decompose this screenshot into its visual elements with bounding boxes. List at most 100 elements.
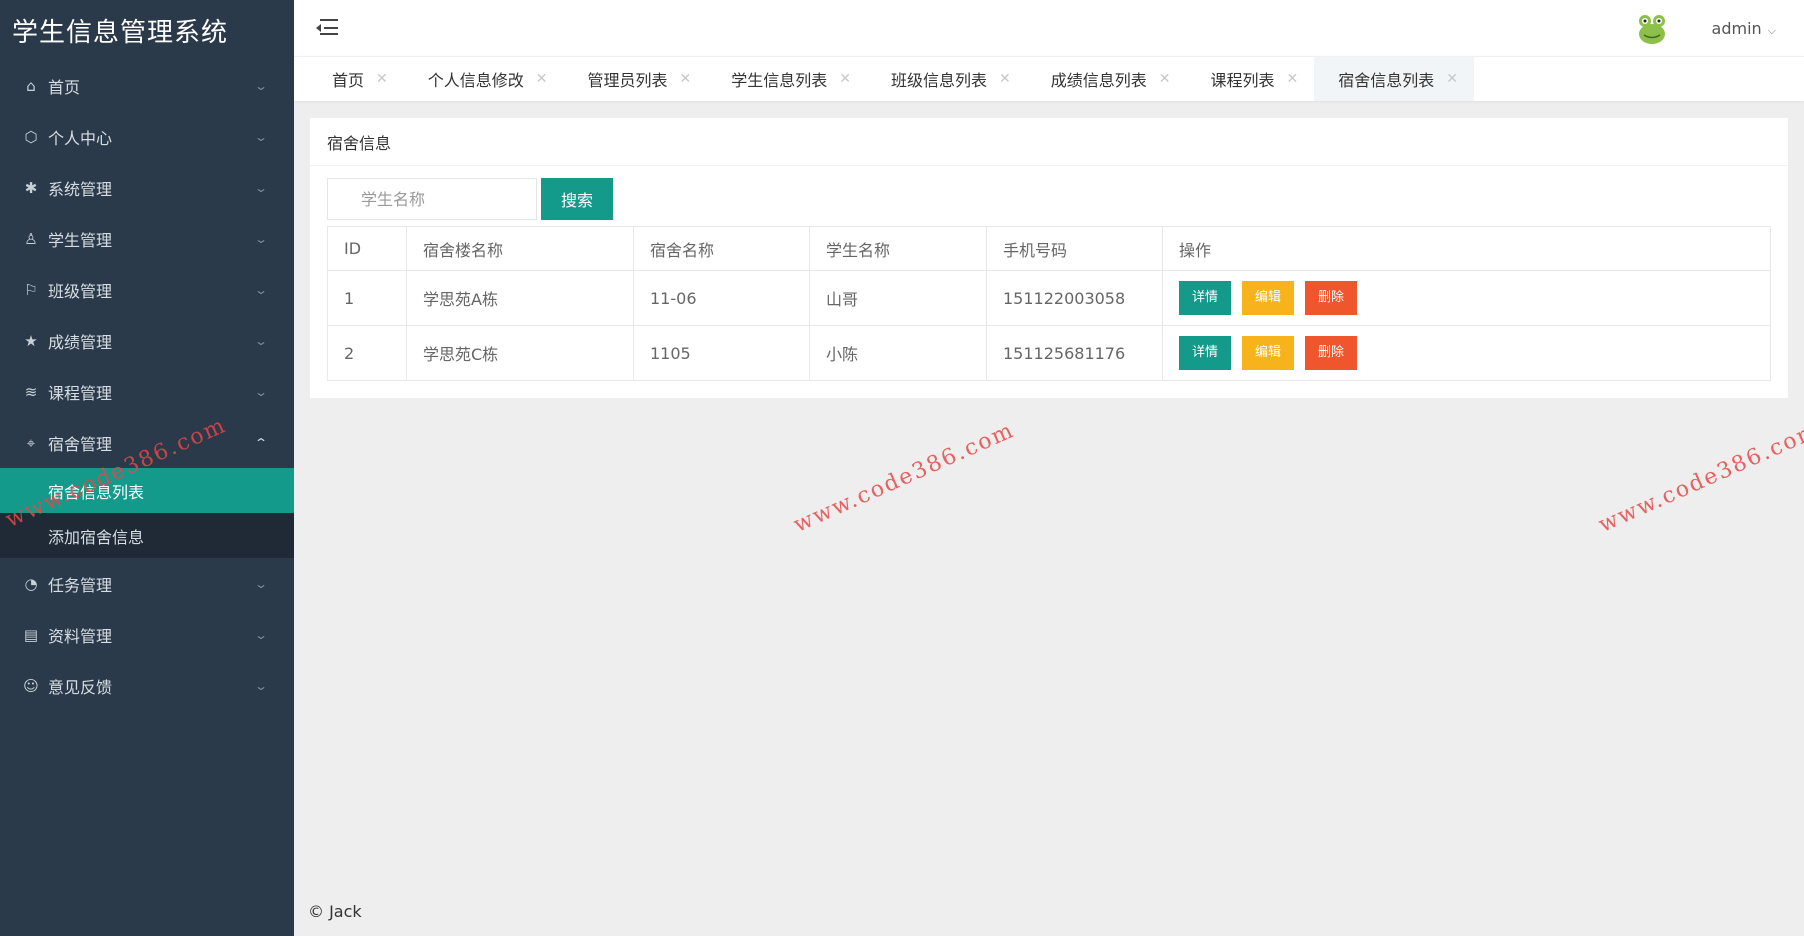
sidebar-item-label: 班级管理 <box>48 281 113 301</box>
flag-icon: ⚐ <box>24 280 38 299</box>
chevron-down-icon: ⌄ <box>253 180 269 195</box>
sidebar-item-profile[interactable]: ⬡ 个人中心 ⌄ <box>0 111 294 162</box>
footer: © Jack <box>294 886 1804 936</box>
chevron-down-icon: ⌄ <box>253 282 269 297</box>
sidebar-item-label: 课程管理 <box>48 383 113 403</box>
tab-home[interactable]: 首页 ✕ <box>308 57 404 101</box>
sidebar-item-label: 个人中心 <box>48 128 113 148</box>
gear-icon: ✱ <box>24 178 38 197</box>
app-root: 学生信息管理系统 ⌂ 首页 ⌄ ⬡ 个人中心 ⌄ ✱ 系统管理 ⌄ ♙ 学生管理… <box>0 0 1804 936</box>
cube-icon: ⬡ <box>24 127 38 146</box>
tab-label: 管理员列表 <box>587 71 668 90</box>
watermark: www.code386.com <box>790 417 1019 538</box>
tab-course-list[interactable]: 课程列表 ✕ <box>1187 57 1315 101</box>
search-button[interactable]: 搜索 <box>541 178 613 220</box>
sidebar-item-label: 资料管理 <box>48 626 113 646</box>
user-name: admin <box>1711 18 1762 38</box>
column-header: 宿舍名称 <box>633 226 810 271</box>
close-icon[interactable]: ✕ <box>1159 71 1171 87</box>
edit-button[interactable]: 编辑 <box>1242 336 1295 370</box>
cell-student: 山哥 <box>809 270 987 326</box>
sidebar-item-students[interactable]: ♙ 学生管理 ⌄ <box>0 213 294 264</box>
cell-actions: 详情 编辑 删除 <box>1162 270 1771 326</box>
home-icon: ⌂ <box>26 76 36 95</box>
column-header: 手机号码 <box>986 226 1163 271</box>
cell-phone: 151125681176 <box>986 325 1163 381</box>
user-menu[interactable]: admin ⌵ <box>1712 19 1776 38</box>
watermark: www.code386.com <box>1595 417 1804 538</box>
dorm-submenu: 宿舍信息列表 添加宿舍信息 <box>0 468 294 558</box>
table-row: 2 学思苑C栋 1105 小陈 151125681176 详情 编辑 删除 <box>327 325 1771 381</box>
cell-room: 11-06 <box>633 270 810 326</box>
tab-student-list[interactable]: 学生信息列表 ✕ <box>707 57 867 101</box>
tab-dorm-list[interactable]: 宿舍信息列表 ✕ <box>1314 57 1474 101</box>
detail-button[interactable]: 详情 <box>1179 336 1232 370</box>
cell-building: 学思苑A栋 <box>406 270 634 326</box>
search-bar: 搜索 <box>327 178 613 220</box>
chevron-down-icon: ⌄ <box>253 333 269 348</box>
tab-label: 学生信息列表 <box>731 71 828 90</box>
app-title: 学生信息管理系统 <box>12 17 229 48</box>
sidebar-item-dorms[interactable]: ⌖ 宿舍管理 ⌃ <box>0 417 294 468</box>
sidebar-item-label: 意见反馈 <box>48 677 113 697</box>
cell-id: 1 <box>327 270 407 326</box>
tab-label: 班级信息列表 <box>891 71 988 90</box>
tab-profile-edit[interactable]: 个人信息修改 ✕ <box>404 57 564 101</box>
dorm-info-panel: 宿舍信息 搜索 ID 宿舍楼名称 宿舍名称 学生名称 手机号码 操作 <box>310 118 1788 398</box>
cell-building: 学思苑C栋 <box>406 325 634 381</box>
close-icon[interactable]: ✕ <box>999 71 1011 87</box>
chevron-down-icon: ⌄ <box>253 231 269 246</box>
column-header: 宿舍楼名称 <box>406 226 634 271</box>
sidebar-item-system[interactable]: ✱ 系统管理 ⌄ <box>0 162 294 213</box>
avatar[interactable] <box>1631 8 1672 48</box>
sidebar: 学生信息管理系统 ⌂ 首页 ⌄ ⬡ 个人中心 ⌄ ✱ 系统管理 ⌄ ♙ 学生管理… <box>0 0 294 936</box>
sidebar-item-materials[interactable]: ▤ 资料管理 ⌄ <box>0 609 294 660</box>
sidebar-item-label: 首页 <box>48 77 81 97</box>
location-icon: ⌖ <box>26 433 36 452</box>
sidebar-item-tasks[interactable]: ◔ 任务管理 ⌄ <box>0 558 294 609</box>
student-name-search-input[interactable] <box>327 178 537 220</box>
detail-button[interactable]: 详情 <box>1179 281 1232 315</box>
tab-grade-list[interactable]: 成绩信息列表 ✕ <box>1027 57 1187 101</box>
chevron-down-icon: ⌄ <box>253 678 269 693</box>
menu-collapse-icon[interactable] <box>316 19 338 37</box>
top-bar: admin ⌵ <box>294 0 1804 56</box>
chevron-down-icon: ⌄ <box>253 576 269 591</box>
star-icon: ★ <box>24 331 38 350</box>
close-icon[interactable]: ✕ <box>839 71 851 87</box>
sidebar-item-courses[interactable]: ≋ 课程管理 ⌄ <box>0 366 294 417</box>
cell-student: 小陈 <box>809 325 987 381</box>
sidebar-subitem-add-dorm[interactable]: 添加宿舍信息 <box>0 513 294 558</box>
sidebar-item-label: 任务管理 <box>48 575 113 595</box>
delete-button[interactable]: 删除 <box>1305 281 1358 315</box>
sidebar-item-home[interactable]: ⌂ 首页 ⌄ <box>0 60 294 111</box>
cell-id: 2 <box>327 325 407 381</box>
sidebar-item-grades[interactable]: ★ 成绩管理 ⌄ <box>0 315 294 366</box>
close-icon[interactable]: ✕ <box>536 71 548 87</box>
table-header-row: ID 宿舍楼名称 宿舍名称 学生名称 手机号码 操作 <box>327 226 1771 271</box>
table-row: 1 学思苑A栋 11-06 山哥 151122003058 详情 编辑 删除 <box>327 270 1771 326</box>
sidebar-item-feedback[interactable]: ☺ 意见反馈 ⌄ <box>0 660 294 711</box>
chevron-down-icon: ⌄ <box>253 627 269 642</box>
close-icon[interactable]: ✕ <box>1446 71 1458 87</box>
delete-button[interactable]: 删除 <box>1305 336 1358 370</box>
edit-button[interactable]: 编辑 <box>1242 281 1295 315</box>
tab-admin-list[interactable]: 管理员列表 ✕ <box>564 57 708 101</box>
tab-label: 成绩信息列表 <box>1050 71 1147 90</box>
close-icon[interactable]: ✕ <box>1287 71 1299 87</box>
sidebar-subitem-dorm-list[interactable]: 宿舍信息列表 <box>0 468 294 513</box>
cell-actions: 详情 编辑 删除 <box>1162 325 1771 381</box>
document-icon: ▤ <box>23 625 39 644</box>
chevron-down-icon: ⌵ <box>1767 23 1776 37</box>
chevron-up-icon: ⌃ <box>253 435 269 450</box>
close-icon[interactable]: ✕ <box>680 71 692 87</box>
frog-avatar-icon <box>1638 15 1665 44</box>
dorm-table: ID 宿舍楼名称 宿舍名称 学生名称 手机号码 操作 1 学思苑A栋 11-06… <box>327 226 1771 381</box>
sidebar-item-classes[interactable]: ⚐ 班级管理 ⌄ <box>0 264 294 315</box>
layers-icon: ≋ <box>24 382 38 401</box>
tab-label: 首页 <box>332 71 365 90</box>
tab-class-list[interactable]: 班级信息列表 ✕ <box>867 57 1027 101</box>
sidebar-item-label: 宿舍管理 <box>48 434 113 454</box>
close-icon[interactable]: ✕ <box>376 71 388 87</box>
column-header: ID <box>327 226 407 271</box>
